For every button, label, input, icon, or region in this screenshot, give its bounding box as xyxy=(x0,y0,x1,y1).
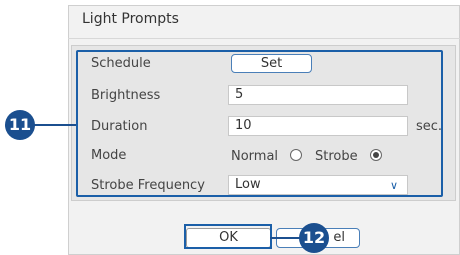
ok-button-highlight xyxy=(184,224,272,249)
settings-highlight-box xyxy=(76,50,443,197)
callout-11-badge: 11 xyxy=(5,110,35,140)
dialog-title: Light Prompts xyxy=(82,11,179,27)
callout-11-line xyxy=(32,124,76,126)
callout-12-badge: 12 xyxy=(299,223,329,253)
callout-12-line xyxy=(270,237,300,239)
title-divider xyxy=(68,38,460,39)
